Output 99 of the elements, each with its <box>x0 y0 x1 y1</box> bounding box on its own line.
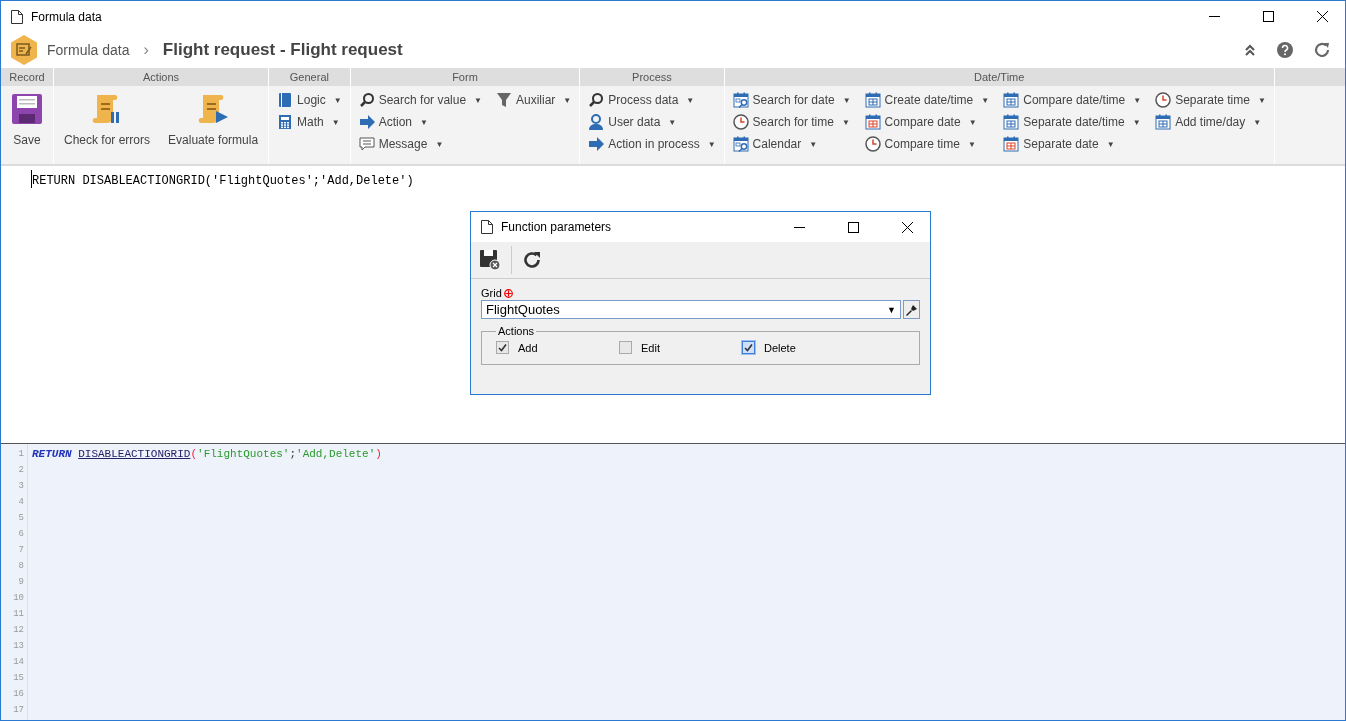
line-number: 13 <box>12 640 25 653</box>
close-icon <box>1316 11 1328 22</box>
scroll-play-icon <box>197 93 230 125</box>
maximize-icon <box>847 221 859 233</box>
breadcrumb-link[interactable]: Formula data <box>47 42 130 58</box>
checkmark-icon <box>498 343 507 352</box>
line-number: 16 <box>12 688 25 701</box>
calculator-icon <box>277 114 294 130</box>
ribbon-button[interactable]: Auxiliar ▼ <box>494 89 574 111</box>
line-number: 2 <box>17 464 25 477</box>
document-icon <box>481 220 493 234</box>
calendar-search-icon <box>732 136 749 152</box>
required-icon <box>503 288 513 298</box>
ribbon-group-label: Form <box>350 68 580 86</box>
ribbon-button[interactable]: Logic ▼ <box>275 89 344 111</box>
line-number: 10 <box>12 592 25 605</box>
line-number: 8 <box>17 560 25 573</box>
close-icon <box>901 221 913 233</box>
group-legend: Actions <box>496 325 537 337</box>
formula-text[interactable]: RETURN DISABLEACTIONGRID('FlightQuotes';'Add,Delete') <box>31 170 414 188</box>
ribbon-button[interactable]: Compare time ▼ <box>862 133 992 155</box>
page-title: Flight request - Flight request <box>162 40 404 60</box>
clock-icon <box>864 136 881 152</box>
calendar-search-icon <box>732 92 749 108</box>
ribbon-group-label: Record <box>1 68 53 86</box>
line-number: 4 <box>17 496 25 509</box>
arrow-icon <box>588 136 605 152</box>
calendar-icon <box>864 114 881 130</box>
ribbon-button[interactable]: Search for value ▼ <box>356 89 484 111</box>
line-number: 3 <box>17 480 25 493</box>
ribbon-button[interactable]: Compare date ▼ <box>862 111 992 133</box>
calendar-icon <box>1003 136 1020 152</box>
ribbon-button[interactable]: Check for errors <box>60 89 155 151</box>
ribbon-button[interactable]: User data ▼ <box>586 111 718 133</box>
window-title: Formula data <box>31 9 103 24</box>
save-close-button[interactable] <box>479 249 501 271</box>
ribbon-button[interactable]: Search for date ▼ <box>730 89 853 111</box>
ribbon-button[interactable]: Evaluate formula <box>164 89 263 151</box>
refresh-icon <box>1313 41 1331 59</box>
line-number: 15 <box>12 672 25 685</box>
ribbon-button[interactable]: Separate date/time ▼ <box>1001 111 1144 133</box>
ribbon-button[interactable]: Create date/time ▼ <box>862 89 992 111</box>
ribbon-group-label: Actions <box>54 68 269 86</box>
code-line: RETURN DISABLEACTIONGRID('FlightQuotes';'Add,Delete') <box>32 447 382 462</box>
search-icon <box>358 92 375 108</box>
calendar-icon <box>1003 92 1020 108</box>
ribbon-button[interactable]: Message ▼ <box>356 133 484 155</box>
code-editor[interactable]: 1 2 3 4 5 6 7 8 9 10 11 12 13 14 15 16 17 RETURN DISABLEACTIONGRID('FlightQuotes';'Add,Delete') <box>1 444 1345 720</box>
calendar-icon <box>1155 114 1172 130</box>
brush-icon <box>905 303 918 316</box>
arrow-icon <box>358 114 375 130</box>
help-icon <box>1277 42 1293 58</box>
funnel-icon <box>496 92 512 108</box>
document-icon <box>11 9 23 24</box>
line-number: 7 <box>17 544 25 557</box>
ribbon-button[interactable]: Separate date ▼ <box>1001 133 1144 155</box>
ribbon-button[interactable]: Math ▼ <box>275 111 344 133</box>
book-icon <box>277 92 294 108</box>
floppy-disk-x-icon <box>479 249 501 271</box>
picker-button[interactable] <box>903 300 920 319</box>
grid-select[interactable]: FlightQuotes ▼ <box>481 300 901 319</box>
ribbon-button[interactable]: Action in process ▼ <box>586 133 718 155</box>
calendar-icon <box>1003 114 1020 130</box>
ribbon-button[interactable]: Compare date/time ▼ <box>1001 89 1144 111</box>
checkmark-icon <box>744 343 753 352</box>
ribbon-group-label: General <box>269 68 350 86</box>
ribbon-button[interactable]: Calendar ▼ <box>730 133 853 155</box>
checkbox[interactable]: Edit <box>619 341 742 354</box>
search-icon <box>588 92 605 108</box>
line-number: 11 <box>12 608 25 621</box>
ribbon-button[interactable]: Separate time ▼ <box>1153 89 1268 111</box>
ribbon-button[interactable]: Process data ▼ <box>586 89 718 111</box>
line-number: 1 <box>17 448 25 461</box>
clock-icon <box>732 114 749 130</box>
line-number: 12 <box>12 624 25 637</box>
ribbon-button[interactable]: Add time/day ▼ <box>1153 111 1268 133</box>
ribbon-button[interactable]: Action ▼ <box>356 111 484 133</box>
line-number: 5 <box>17 512 25 525</box>
ribbon-group-label: Process <box>580 68 724 86</box>
refresh-button[interactable] <box>522 250 542 270</box>
line-number: 6 <box>17 528 25 541</box>
ribbon-button[interactable]: Save <box>7 89 47 151</box>
calendar-icon <box>864 92 881 108</box>
field-label: Grid <box>481 287 502 299</box>
line-number: 9 <box>17 576 25 589</box>
line-number: 17 <box>12 704 25 717</box>
maximize-icon <box>1262 11 1274 22</box>
breadcrumb-separator: › <box>143 41 149 59</box>
formula-hexagon-icon <box>9 34 39 66</box>
dialog-title: Function parameters <box>501 220 613 234</box>
speech-bubble-icon <box>358 136 375 152</box>
checkbox[interactable]: Add <box>496 341 619 354</box>
checkbox[interactable]: Delete <box>742 341 865 354</box>
line-number: 14 <box>12 656 25 669</box>
refresh-icon <box>522 250 542 270</box>
double-chevron-up-icon <box>1243 43 1257 57</box>
ribbon-button[interactable]: Search for time ▼ <box>730 111 853 133</box>
ribbon-group-label: Date/Time <box>724 68 1274 86</box>
clock-icon <box>1155 92 1172 108</box>
